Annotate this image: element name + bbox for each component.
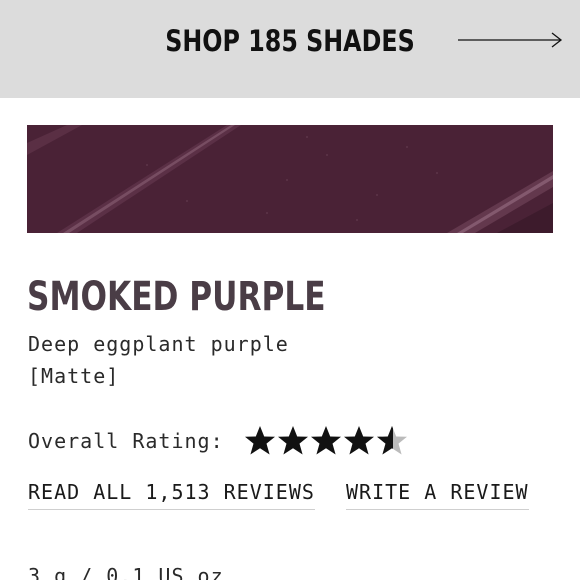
star-icon xyxy=(343,426,374,455)
arrow-right-icon xyxy=(458,32,563,48)
star-rating xyxy=(244,425,408,457)
read-all-reviews-link[interactable]: READ ALL 1,513 REVIEWS xyxy=(28,480,315,510)
star-half-icon xyxy=(376,426,407,455)
shop-shades-label: SHOP 185 SHADES xyxy=(165,24,415,58)
shade-finish: [Matte] xyxy=(28,364,120,388)
write-review-link[interactable]: WRITE A REVIEW xyxy=(346,480,529,510)
rating-row: Overall Rating: xyxy=(28,421,408,461)
shade-swatch-image xyxy=(27,125,553,233)
shade-name: SMOKED PURPLE xyxy=(27,274,326,320)
product-size: 3 g / 0.1 US oz xyxy=(28,564,224,580)
star-icon xyxy=(244,426,275,455)
shade-description: Deep eggplant purple xyxy=(28,332,289,356)
star-icon xyxy=(310,426,341,455)
rating-label: Overall Rating: xyxy=(28,429,224,453)
star-icon xyxy=(277,426,308,455)
shade-description-block: Deep eggplant purple [Matte] xyxy=(28,328,289,392)
shop-shades-button[interactable]: SHOP 185 SHADES xyxy=(0,0,580,98)
